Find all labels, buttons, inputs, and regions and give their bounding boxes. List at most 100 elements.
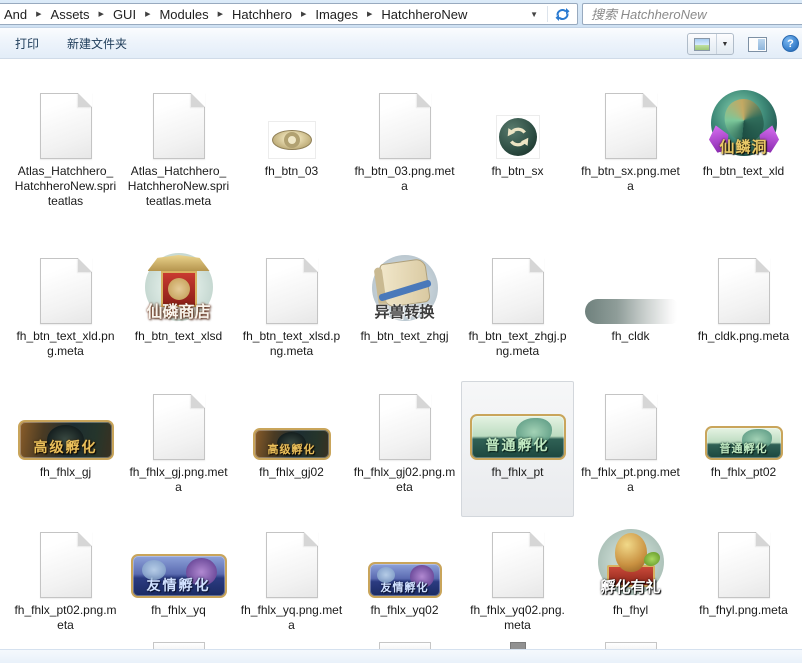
- hatch-banner-icon: 普通孵化: [470, 414, 566, 460]
- file-item[interactable]: 友情孵化 fh_fhlx_yq: [122, 517, 235, 641]
- refresh-button[interactable]: [548, 4, 577, 24]
- file-item[interactable]: fh_cldk.png.meta: [687, 241, 800, 381]
- file-item-partial: [348, 641, 461, 649]
- file-name: fh_btn_03: [265, 164, 318, 179]
- file-name: fh_fhlx_pt02.png.meta: [14, 603, 118, 633]
- document-icon: [266, 258, 318, 324]
- file-name: fh_btn_text_zhgj: [360, 329, 448, 344]
- file-name: fh_fhlx_yq.png.meta: [240, 603, 344, 633]
- preview-pane-icon: [748, 37, 767, 52]
- file-item[interactable]: fh_fhlx_pt02.png.meta: [9, 517, 122, 641]
- help-button[interactable]: ?: [782, 35, 799, 52]
- file-item[interactable]: fh_cldk: [574, 241, 687, 381]
- file-name: fh_btn_text_xlsd.png.meta: [240, 329, 344, 359]
- hatch-banner-icon: 普通孵化: [705, 426, 783, 460]
- breadcrumb-segment[interactable]: And: [0, 7, 31, 22]
- document-icon: [379, 394, 431, 460]
- file-item[interactable]: 普通孵化fh_fhlx_pt02: [687, 381, 800, 517]
- file-name: Atlas_Hatchhero_HatchheroNew.spriteatlas: [14, 164, 118, 209]
- document-icon: [605, 93, 657, 159]
- breadcrumb-segment[interactable]: Assets: [47, 7, 94, 22]
- file-item[interactable]: fh_btn_text_xlsd.png.meta: [235, 241, 348, 381]
- document-icon: [605, 642, 657, 649]
- file-item[interactable]: 普通孵化 fh_fhlx_pt: [461, 381, 574, 517]
- breadcrumb-separator-icon: ▶: [31, 10, 46, 18]
- file-name: fh_fhlx_pt: [491, 465, 543, 480]
- file-item[interactable]: fh_btn_sx.png.meta: [574, 61, 687, 241]
- breadcrumb-separator-icon: ▶: [140, 10, 155, 18]
- new-folder-button[interactable]: 新建文件夹: [67, 35, 127, 52]
- file-name: fh_fhlx_yq02.png.meta: [466, 603, 570, 633]
- document-icon: [40, 532, 92, 598]
- breadcrumb-segment[interactable]: Images: [311, 7, 362, 22]
- file-item[interactable]: 仙鳞洞fh_btn_text_xld: [687, 61, 800, 241]
- breadcrumb[interactable]: And▶Assets▶GUI▶Modules▶Hatchhero▶Images▶…: [0, 3, 578, 25]
- file-item[interactable]: fh_btn_03: [235, 61, 348, 241]
- file-item[interactable]: 孵化有礼 fh_fhyl: [574, 517, 687, 641]
- document-icon: [379, 642, 431, 649]
- egg-gift-icon: 孵化有礼: [595, 526, 667, 598]
- file-item-partial: [9, 641, 122, 649]
- file-item[interactable]: fh_fhlx_gj02.png.meta: [348, 381, 461, 517]
- file-item[interactable]: fh_btn_text_zhgj.png.meta: [461, 241, 574, 381]
- document-icon: [153, 394, 205, 460]
- file-name: fh_btn_03.png.meta: [353, 164, 457, 194]
- file-name: fh_btn_text_zhgj.png.meta: [466, 329, 570, 359]
- hatch-banner-icon: 友情孵化: [368, 562, 442, 598]
- file-item[interactable]: fh_fhyl.png.meta: [687, 517, 800, 641]
- breadcrumb-segment[interactable]: Modules: [155, 7, 212, 22]
- file-item[interactable]: Atlas_Hatchhero_HatchheroNew.spriteatlas: [9, 61, 122, 241]
- file-name: fh_fhlx_gj02: [259, 465, 324, 480]
- file-name: fh_fhlx_yq02: [370, 603, 438, 618]
- document-icon: [605, 394, 657, 460]
- file-item[interactable]: 高级孵化fh_fhlx_gj: [9, 381, 122, 517]
- file-name: fh_fhyl.png.meta: [699, 603, 788, 618]
- breadcrumb-segment[interactable]: HatchheroNew: [377, 7, 471, 22]
- document-icon: [153, 642, 205, 649]
- file-list-area: Atlas_Hatchhero_HatchheroNew.spriteatlas…: [0, 59, 802, 649]
- file-name: fh_fhlx_yq: [151, 603, 206, 618]
- file-item[interactable]: Atlas_Hatchhero_HatchheroNew.spriteatlas…: [122, 61, 235, 241]
- file-name: fh_fhyl: [613, 603, 648, 618]
- document-icon: [40, 258, 92, 324]
- file-item[interactable]: 高级孵化 fh_fhlx_gj02: [235, 381, 348, 517]
- command-toolbar: 打印 新建文件夹 ▼ ?: [0, 28, 802, 59]
- change-view-button[interactable]: ▼: [687, 33, 734, 55]
- scroll-icon: 异兽转换: [369, 252, 441, 324]
- file-item[interactable]: fh_btn_03.png.meta: [348, 61, 461, 241]
- preview-pane-button[interactable]: [746, 35, 768, 53]
- search-input[interactable]: [583, 4, 802, 24]
- print-button[interactable]: 打印: [15, 35, 39, 52]
- breadcrumb-separator-icon: ▶: [213, 10, 228, 18]
- address-dropdown-icon[interactable]: ▼: [521, 10, 547, 19]
- hatch-banner-icon: 友情孵化: [131, 554, 227, 598]
- document-icon: [40, 93, 92, 159]
- chevron-down-icon[interactable]: ▼: [717, 41, 733, 48]
- breadcrumb-segment[interactable]: Hatchhero: [228, 7, 296, 22]
- file-item[interactable]: fh_fhlx_pt.png.meta: [574, 381, 687, 517]
- file-name: Atlas_Hatchhero_HatchheroNew.spriteatlas…: [127, 164, 231, 209]
- file-item[interactable]: 仙磷商店fh_btn_text_xlsd: [122, 241, 235, 381]
- document-icon: [492, 532, 544, 598]
- search-box: [582, 3, 802, 25]
- hatch-banner-icon: 高级孵化: [253, 428, 331, 460]
- document-icon: [492, 258, 544, 324]
- file-item[interactable]: fh_fhlx_yq.png.meta: [235, 517, 348, 641]
- file-item[interactable]: 异兽转换 fh_btn_text_zhgj: [348, 241, 461, 381]
- file-item[interactable]: fh_btn_text_xld.png.meta: [9, 241, 122, 381]
- file-item[interactable]: 友情孵化 fh_fhlx_yq02: [348, 517, 461, 641]
- file-item[interactable]: fh_btn_sx: [461, 61, 574, 241]
- view-thumbnail-icon: [688, 34, 717, 54]
- file-item[interactable]: fh_fhlx_gj.png.meta: [122, 381, 235, 517]
- shop-icon: 仙磷商店: [141, 248, 217, 324]
- details-pane: [0, 649, 802, 663]
- eye-icon: [268, 121, 316, 159]
- file-name: fh_btn_sx: [491, 164, 543, 179]
- file-name: fh_btn_text_xld.png.meta: [14, 329, 118, 359]
- file-item[interactable]: fh_fhlx_yq02.png.meta: [461, 517, 574, 641]
- document-icon: [718, 258, 770, 324]
- breadcrumb-segment[interactable]: GUI: [109, 7, 140, 22]
- file-name: fh_cldk.png.meta: [698, 329, 789, 344]
- breadcrumb-separator-icon: ▶: [362, 10, 377, 18]
- breadcrumb-separator-icon: ▶: [94, 10, 109, 18]
